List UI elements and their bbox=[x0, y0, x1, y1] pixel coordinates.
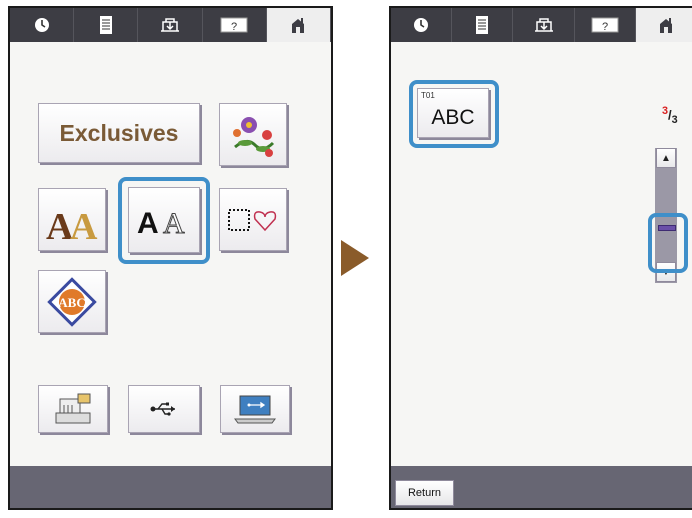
tab-home[interactable] bbox=[635, 8, 692, 42]
home-icon bbox=[292, 18, 305, 33]
svg-text:A: A bbox=[137, 207, 159, 240]
pattern-list-screen: ? T01 ABC 3/3 ▲ ▼ Return bbox=[389, 6, 692, 510]
pattern-label: ABC bbox=[431, 106, 475, 129]
tab-help[interactable]: ? bbox=[203, 8, 267, 42]
machine-memory-button[interactable] bbox=[38, 385, 108, 433]
alphabet-font-icon: A A bbox=[137, 207, 186, 241]
alphabet-font-button[interactable]: A A bbox=[128, 187, 200, 253]
tab-help[interactable]: ? bbox=[575, 8, 636, 42]
top-tab-bar: ? bbox=[10, 8, 331, 42]
page-indicator: 3/3 bbox=[662, 105, 678, 126]
floral-design-icon bbox=[233, 116, 275, 157]
scroll-up-button[interactable]: ▲ bbox=[656, 148, 676, 168]
tab-home[interactable] bbox=[266, 8, 331, 42]
page-total: 3 bbox=[671, 113, 678, 126]
page-current: 3 bbox=[662, 105, 669, 117]
svg-text:?: ? bbox=[231, 21, 237, 33]
usb-icon bbox=[150, 402, 175, 416]
monogram-icon: ABC bbox=[47, 276, 97, 327]
usb-button[interactable] bbox=[128, 385, 200, 433]
frame-heart-icon bbox=[228, 208, 277, 231]
tab-document[interactable] bbox=[74, 8, 139, 42]
floral-design-button[interactable] bbox=[219, 103, 287, 166]
scrollbar-thumb[interactable] bbox=[658, 225, 676, 231]
bottom-bar bbox=[10, 466, 331, 508]
sewing-machine-icon bbox=[534, 18, 553, 32]
top-tab-bar: ? bbox=[391, 8, 692, 42]
help-icon: ? bbox=[591, 17, 619, 33]
svg-text:A: A bbox=[163, 207, 185, 240]
tab-sewing[interactable] bbox=[513, 8, 575, 42]
pattern-t01-button[interactable]: T01 ABC bbox=[417, 88, 489, 138]
return-button[interactable]: Return bbox=[395, 480, 454, 506]
tab-sewing[interactable] bbox=[138, 8, 203, 42]
pattern-code: T01 bbox=[421, 91, 435, 100]
transition-arrow-icon bbox=[341, 240, 369, 276]
tab-clock[interactable] bbox=[10, 8, 75, 42]
scroll-down-button[interactable]: ▼ bbox=[656, 262, 676, 282]
exclusives-label: Exclusives bbox=[59, 119, 179, 146]
exclusives-button[interactable]: Exclusives bbox=[38, 103, 200, 163]
embroidery-machine-icon bbox=[55, 393, 91, 424]
document-icon bbox=[476, 16, 489, 34]
frame-design-button[interactable] bbox=[219, 188, 287, 251]
home-icon bbox=[659, 18, 672, 33]
sewing-machine-icon bbox=[161, 18, 179, 32]
clock-icon bbox=[414, 18, 429, 32]
monogram-text: ABC bbox=[58, 295, 85, 310]
help-icon: ? bbox=[220, 17, 248, 33]
computer-usb-icon bbox=[234, 395, 276, 424]
decorative-alphabet-button[interactable]: A A bbox=[38, 188, 106, 251]
computer-usb-button[interactable] bbox=[220, 385, 290, 433]
clock-icon bbox=[34, 18, 49, 32]
tab-clock[interactable] bbox=[391, 8, 453, 42]
category-screen: ? Exclusives A A A A ABC bbox=[8, 6, 333, 510]
document-icon bbox=[99, 16, 112, 34]
svg-text:?: ? bbox=[602, 21, 608, 33]
decorative-alphabet-icon: A A bbox=[46, 206, 98, 245]
tab-document[interactable] bbox=[452, 8, 514, 42]
monogram-button[interactable]: ABC bbox=[38, 270, 106, 333]
svg-text:A: A bbox=[70, 206, 98, 245]
